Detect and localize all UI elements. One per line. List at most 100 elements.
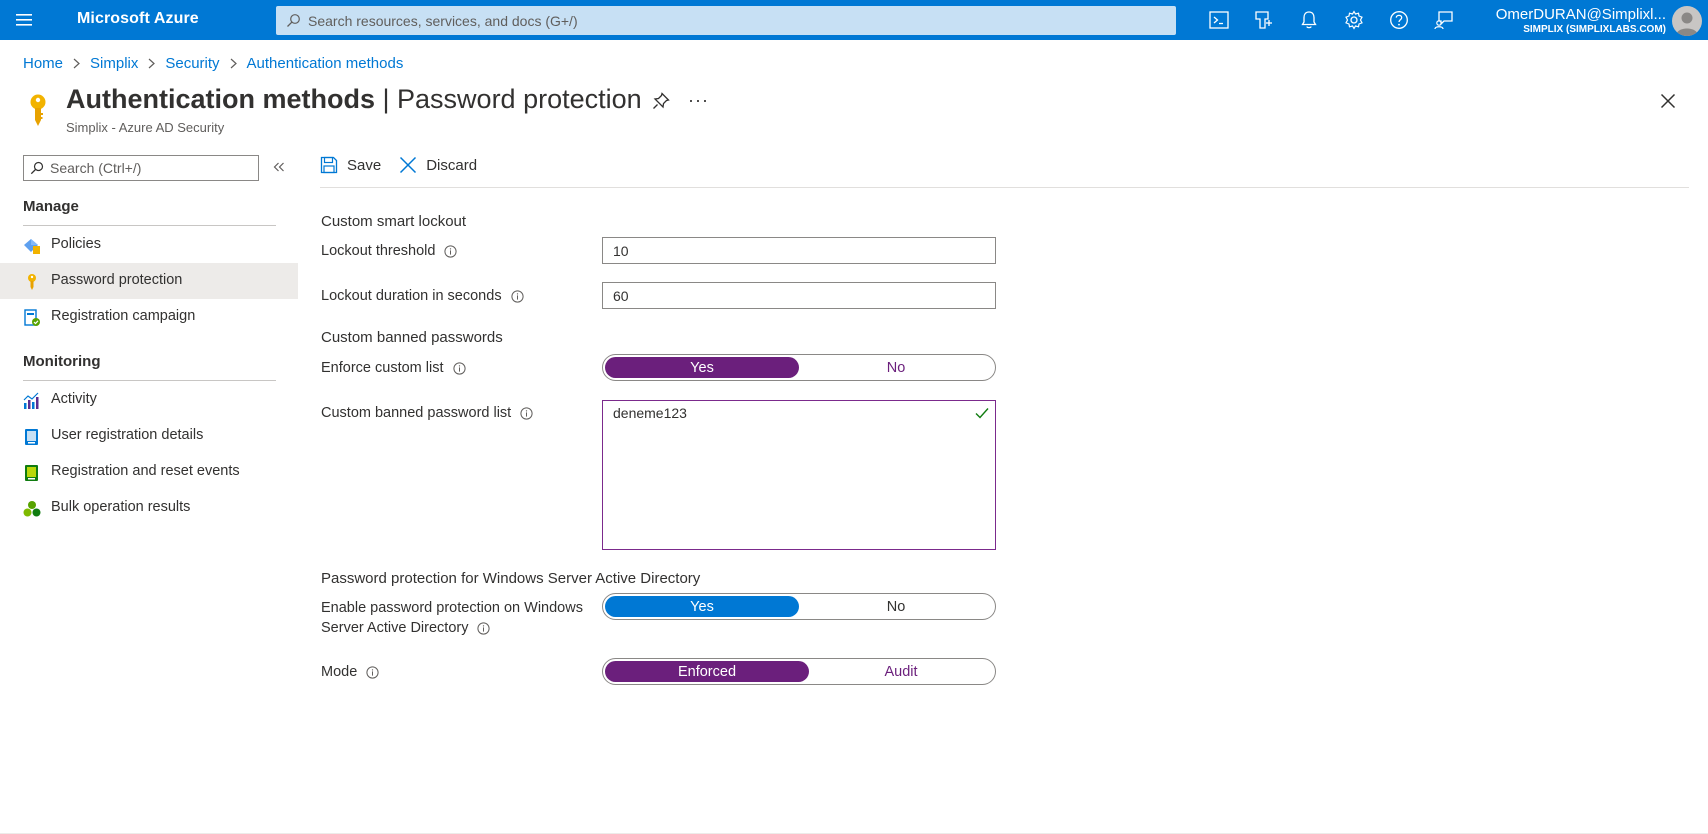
chevron-right-icon: [148, 58, 156, 69]
info-icon[interactable]: [477, 621, 491, 635]
enable-protection-text-line1: Enable password protection on Windows: [321, 600, 583, 616]
mode-toggle: Enforced Audit: [602, 658, 996, 685]
avatar[interactable]: [1672, 6, 1702, 36]
command-bar: Save Discard: [320, 156, 495, 174]
enable-yes-option[interactable]: Yes: [605, 596, 799, 617]
lockout-threshold-field[interactable]: [602, 237, 996, 264]
banned-list-textarea[interactable]: deneme123: [603, 401, 995, 549]
save-button[interactable]: Save: [320, 156, 381, 174]
user-registration-icon: [23, 428, 41, 446]
windows-server-heading: Password protection for Windows Server A…: [321, 570, 701, 587]
registration-campaign-icon: [23, 309, 41, 327]
page-title-separator: |: [375, 84, 398, 114]
enable-protection-toggle: Yes No: [602, 593, 996, 620]
sidebar-item-registration-and-reset-events[interactable]: Registration and reset events: [0, 454, 298, 490]
key-icon: [23, 273, 41, 291]
info-icon[interactable]: [510, 289, 524, 303]
banned-list-text: Custom banned password list: [321, 405, 512, 421]
chevron-right-icon: [73, 58, 80, 69]
mode-text: Mode: [321, 664, 358, 680]
banned-list-field[interactable]: deneme123: [602, 400, 996, 550]
nav-divider: [23, 380, 276, 381]
smart-lockout-heading: Custom smart lockout: [321, 213, 467, 230]
breadcrumb-simplix[interactable]: Simplix: [90, 55, 138, 72]
more-options-icon[interactable]: ···: [688, 90, 709, 111]
global-search-input[interactable]: [308, 6, 1168, 35]
close-icon[interactable]: [1660, 93, 1676, 109]
enforce-custom-list-text: Enforce custom list: [321, 360, 444, 376]
save-icon: [320, 156, 338, 174]
key-icon: [26, 94, 50, 128]
search-icon: [286, 13, 301, 28]
page-title: Authentication methods | Password protec…: [66, 84, 642, 115]
page-title-main: Authentication methods: [66, 84, 375, 114]
nav-search-input[interactable]: [50, 156, 250, 180]
breadcrumb-home[interactable]: Home: [23, 55, 63, 72]
sidebar-item-label: Registration and reset events: [51, 463, 240, 479]
account-tenant: SIMPLIX (SIMPLIXLABS.COM): [1523, 24, 1666, 35]
cloud-shell-icon[interactable]: [1196, 0, 1241, 40]
lockout-threshold-label: Lockout threshold: [321, 241, 458, 261]
enforce-no-option[interactable]: No: [799, 357, 993, 378]
breadcrumb-security[interactable]: Security: [165, 55, 219, 72]
mode-enforced-option[interactable]: Enforced: [605, 661, 809, 682]
lockout-threshold-text: Lockout threshold: [321, 243, 436, 259]
top-bar: Microsoft Azure OmerDURAN@Simplixl... SI…: [0, 0, 1708, 40]
sidebar-item-policies[interactable]: Policies: [0, 227, 298, 263]
sidebar-item-registration-campaign[interactable]: Registration campaign: [0, 299, 298, 335]
activity-icon: [23, 392, 41, 410]
checkmark-icon: [975, 407, 989, 419]
help-icon[interactable]: [1376, 0, 1421, 40]
sidebar-item-user-registration-details[interactable]: User registration details: [0, 418, 298, 454]
banned-passwords-heading: Custom banned passwords: [321, 329, 503, 346]
nav-search[interactable]: [23, 155, 259, 181]
directory-filter-icon[interactable]: [1241, 0, 1286, 40]
sidebar-item-label: Policies: [51, 236, 101, 252]
save-label: Save: [347, 156, 382, 174]
notifications-icon[interactable]: [1286, 0, 1331, 40]
menu-icon[interactable]: [16, 10, 38, 30]
account-name: OmerDURAN@Simplixl...: [1495, 6, 1666, 23]
pin-icon[interactable]: [652, 92, 670, 110]
info-icon[interactable]: [444, 244, 458, 258]
sidebar-item-label: Bulk operation results: [51, 499, 191, 515]
enforce-custom-list-label: Enforce custom list: [321, 358, 466, 378]
lockout-threshold-input[interactable]: [603, 238, 995, 263]
info-icon[interactable]: [520, 406, 533, 420]
mode-audit-option[interactable]: Audit: [809, 661, 993, 682]
page-title-sub: Password protection: [397, 84, 642, 114]
enable-no-option[interactable]: No: [799, 596, 993, 617]
settings-icon[interactable]: [1331, 0, 1376, 40]
chevron-right-icon: [230, 58, 237, 69]
sidebar-item-label: User registration details: [51, 427, 204, 443]
info-icon[interactable]: [452, 361, 466, 375]
nav-divider: [23, 225, 276, 226]
breadcrumb-authentication-methods[interactable]: Authentication methods: [247, 55, 404, 72]
sidebar-item-password-protection[interactable]: Password protection: [0, 263, 298, 299]
lockout-duration-input[interactable]: [603, 283, 995, 308]
collapse-menu-icon[interactable]: [272, 160, 286, 174]
discard-button[interactable]: Discard: [399, 156, 477, 174]
sidebar-item-label: Activity: [51, 391, 97, 407]
info-icon[interactable]: [366, 665, 379, 679]
sidebar-item-bulk-operation-results[interactable]: Bulk operation results: [0, 490, 298, 526]
mode-label: Mode: [321, 662, 379, 682]
nav-section-manage: Manage: [23, 198, 79, 215]
brand-title[interactable]: Microsoft Azure: [77, 10, 199, 28]
lockout-duration-text: Lockout duration in seconds: [321, 288, 502, 304]
enable-protection-text-line2: Server Active Directory: [321, 620, 469, 636]
enforce-yes-option[interactable]: Yes: [605, 357, 799, 378]
banned-list-label: Custom banned password list: [321, 403, 533, 423]
global-search[interactable]: [276, 6, 1176, 35]
sidebar-item-activity[interactable]: Activity: [0, 382, 298, 418]
reset-events-icon: [23, 464, 41, 482]
bulk-operation-icon: [23, 500, 41, 518]
account-menu[interactable]: OmerDURAN@Simplixl... SIMPLIX (SIMPLIXLA…: [1470, 6, 1666, 36]
breadcrumb: Home Simplix Security Authentication met…: [23, 55, 403, 72]
enable-protection-label: Enable password protection on Windows Se…: [321, 598, 583, 638]
feedback-icon[interactable]: [1421, 0, 1466, 40]
discard-label: Discard: [426, 156, 478, 174]
policies-icon: [23, 237, 41, 255]
nav-section-monitoring: Monitoring: [23, 353, 101, 370]
lockout-duration-field[interactable]: [602, 282, 996, 309]
